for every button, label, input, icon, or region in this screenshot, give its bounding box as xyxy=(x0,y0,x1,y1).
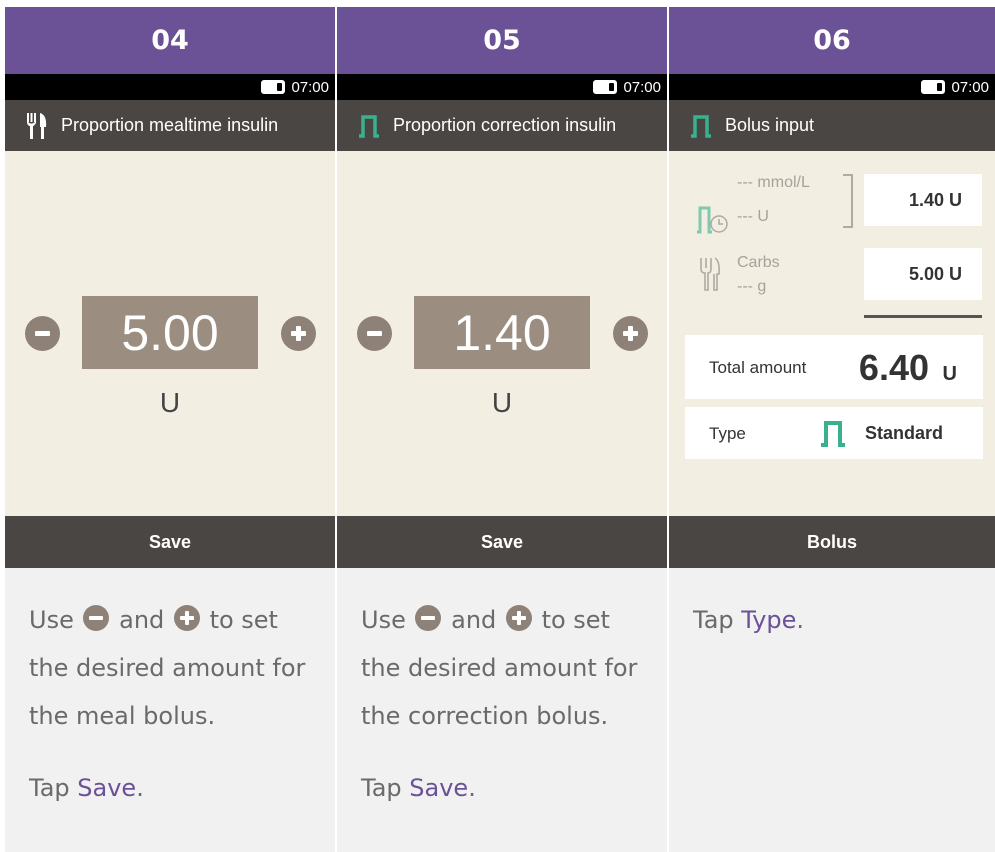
screen-title: Bolus input xyxy=(725,115,815,135)
fork-knife-icon xyxy=(25,112,49,139)
instr-text: the desired amount for xyxy=(361,654,638,682)
step-number: 04 xyxy=(5,7,335,74)
instr-text: the meal bolus. xyxy=(29,702,216,730)
screen-title-bar: Bolus input xyxy=(669,100,995,151)
bg-units-label: --- U xyxy=(737,208,769,225)
instructions: Use and to set the desired amount for th… xyxy=(5,568,335,852)
instructions: Use and to set the desired amount for th… xyxy=(337,568,667,852)
instr-text: . xyxy=(796,606,805,634)
correction-clock-icon xyxy=(697,206,728,234)
unit-label: U xyxy=(159,387,181,418)
step-number: 05 xyxy=(337,7,667,74)
screen-title: Proportion correction insulin xyxy=(393,115,617,135)
save-link[interactable]: Save xyxy=(77,774,136,802)
amount-value[interactable]: 5.00 xyxy=(82,296,258,369)
amount-value[interactable]: 1.40 xyxy=(414,296,590,369)
minus-icon xyxy=(83,605,110,631)
minus-icon xyxy=(35,331,50,336)
standard-bolus-icon xyxy=(821,421,845,447)
screen-title-bar: Proportion mealtime insulin xyxy=(5,100,335,151)
battery-icon xyxy=(921,80,946,94)
instr-text: Use xyxy=(29,606,74,634)
carbs-label: Carbs xyxy=(737,254,780,271)
total-unit: U xyxy=(942,363,957,385)
instr-text: Tap xyxy=(361,774,402,802)
unit-label: U xyxy=(491,387,513,418)
decrease-button[interactable] xyxy=(357,316,392,351)
plus-icon xyxy=(505,605,532,631)
bg-mmol-label: --- mmol/L xyxy=(737,174,810,191)
plus-icon xyxy=(623,326,638,341)
total-label: Total amount xyxy=(709,358,807,377)
battery-icon xyxy=(593,80,618,94)
minus-icon xyxy=(415,605,442,631)
device-screen: 07:00 Bolus input --- mmol/L --- U 1.40 … xyxy=(669,74,995,568)
standard-bolus-icon xyxy=(689,113,713,139)
screen-title: Proportion mealtime insulin xyxy=(61,115,279,135)
instructions: Tap Type. xyxy=(669,568,995,852)
type-value: Standard xyxy=(865,423,944,443)
save-link[interactable]: Save xyxy=(409,774,468,802)
type-selector[interactable]: Type Standard xyxy=(685,407,983,459)
sum-divider xyxy=(864,315,982,318)
instr-text: Tap xyxy=(29,774,70,802)
device-screen: 07:00 Proportion mealtime insulin 5.00 U… xyxy=(5,74,335,568)
correction-value[interactable]: 1.40 U xyxy=(864,174,982,226)
instr-text: and xyxy=(119,606,165,634)
save-button[interactable]: Save xyxy=(5,516,335,568)
status-bar: 07:00 xyxy=(337,74,667,100)
status-bar: 07:00 xyxy=(669,74,995,100)
instr-text: the correction bolus. xyxy=(361,702,609,730)
standard-bolus-icon xyxy=(357,113,381,139)
instr-text: Use xyxy=(361,606,406,634)
step-05-panel: 05 07:00 Proportion correction insulin 1… xyxy=(337,0,667,852)
instr-text: to set xyxy=(541,606,610,634)
instr-text: the desired amount for xyxy=(29,654,306,682)
battery-icon xyxy=(261,80,286,94)
clock: 07:00 xyxy=(951,78,989,96)
increase-button[interactable] xyxy=(281,316,316,351)
instr-text: . xyxy=(136,774,144,802)
device-screen: 07:00 Proportion correction insulin 1.40… xyxy=(337,74,667,568)
plus-icon xyxy=(291,326,306,341)
instr-text: Tap xyxy=(693,606,734,634)
instr-text: . xyxy=(468,774,476,802)
fork-knife-icon xyxy=(700,257,720,291)
value-stepper: 1.40 xyxy=(337,296,667,370)
total-amount-card: Total amount 6.40 U xyxy=(685,335,983,399)
value-stepper: 5.00 xyxy=(5,296,335,370)
plus-icon xyxy=(173,605,200,631)
step-04-panel: 04 07:00 Proportion mealtime insulin 5.0… xyxy=(5,0,335,852)
status-bar: 07:00 xyxy=(5,74,335,100)
instr-text: and xyxy=(451,606,497,634)
clock: 07:00 xyxy=(291,78,329,96)
step-number: 06 xyxy=(669,7,995,74)
instr-text: to set xyxy=(209,606,278,634)
save-button[interactable]: Save xyxy=(337,516,667,568)
carbs-grams: --- g xyxy=(737,278,767,295)
screen-title-bar: Proportion correction insulin xyxy=(337,100,667,151)
clock: 07:00 xyxy=(623,78,661,96)
bracket-divider xyxy=(843,174,853,228)
type-link[interactable]: Type xyxy=(741,606,796,634)
decrease-button[interactable] xyxy=(25,316,60,351)
bolus-button[interactable]: Bolus xyxy=(669,516,995,568)
type-label: Type xyxy=(709,424,746,443)
increase-button[interactable] xyxy=(613,316,648,351)
carbs-value[interactable]: 5.00 U xyxy=(864,248,982,300)
step-06-panel: 06 07:00 Bolus input --- mmol/L --- U 1.… xyxy=(669,0,995,852)
minus-icon xyxy=(367,331,382,336)
total-value: 6.40 xyxy=(858,347,929,388)
